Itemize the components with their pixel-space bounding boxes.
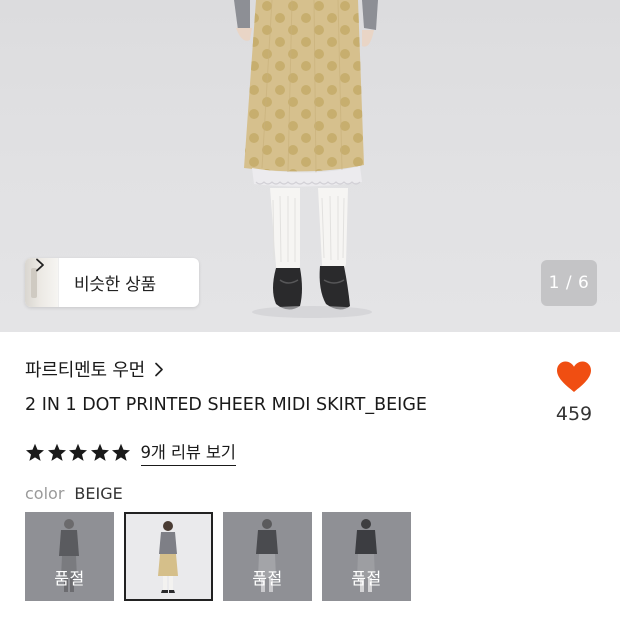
swatch-model-image [158, 521, 178, 593]
color-option-label: color [25, 484, 65, 503]
sold-out-label: 품절 [54, 569, 85, 588]
brand-name: 파르티멘토 우먼 [25, 360, 146, 381]
view-reviews-link[interactable]: 9개 리뷰 보기 [140, 439, 236, 466]
like-count: 459 [555, 403, 593, 425]
product-title: 2 IN 1 DOT PRINTED SHEER MIDI SKIRT_BEIG… [25, 395, 427, 415]
color-option-row: color BEIGE [25, 484, 123, 503]
similar-products-label: 비슷한 상품 [74, 275, 156, 295]
sold-out-label: 품절 [351, 569, 382, 588]
color-swatch[interactable]: 품절 [322, 512, 411, 601]
heart-icon [557, 361, 591, 392]
star-icon [26, 443, 44, 461]
sold-out-label: 품절 [252, 569, 283, 588]
chevron-right-icon [36, 258, 44, 272]
star-icon [112, 443, 130, 461]
color-swatch[interactable]: 품절 [223, 512, 312, 601]
color-swatch-selected[interactable] [124, 512, 213, 601]
star-icon [90, 443, 109, 461]
similar-products-button[interactable]: 비슷한 상품 [25, 258, 199, 307]
color-option-value: BEIGE [74, 484, 123, 503]
rating-row: 9개 리뷰 보기 [25, 439, 236, 466]
star-icon [69, 443, 87, 461]
like-button[interactable]: 459 [548, 360, 600, 425]
image-page-indicator: 1 / 6 [541, 260, 597, 306]
color-swatch[interactable]: 품절 [25, 512, 114, 601]
product-image-gallery[interactable]: 비슷한 상품 1 / 6 [0, 0, 620, 332]
star-icon [47, 443, 66, 461]
brand-link[interactable]: 파르티멘토 우먼 [25, 356, 164, 382]
chevron-right-icon [155, 362, 163, 376]
color-swatch-list: 품절 품절 품절 [25, 512, 421, 601]
